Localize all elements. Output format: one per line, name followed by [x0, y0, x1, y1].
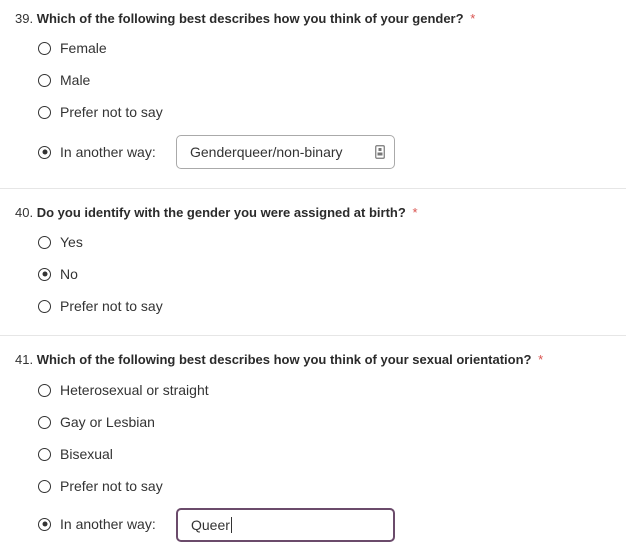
radio-button[interactable]: [38, 73, 51, 87]
input-value: Queer: [191, 517, 230, 533]
option-label: In another way:: [60, 144, 156, 160]
required-asterisk: *: [538, 352, 544, 367]
q40-option-yes[interactable]: Yes: [38, 233, 83, 251]
question-40-title: 40. Do you identify with the gender you …: [15, 205, 418, 221]
section-divider: [0, 188, 626, 189]
q41-option-bisexual[interactable]: Bisexual: [38, 445, 113, 463]
q41-another-way-input[interactable]: Queer: [176, 508, 395, 542]
radio-button-selected[interactable]: [38, 517, 51, 531]
radio-button[interactable]: [38, 41, 51, 55]
radio-button[interactable]: [38, 447, 51, 461]
radio-button-selected[interactable]: [38, 145, 51, 159]
radio-button[interactable]: [38, 235, 51, 249]
option-label: No: [60, 266, 78, 282]
q40-option-prefer-not-to-say[interactable]: Prefer not to say: [38, 297, 163, 315]
option-label: Prefer not to say: [60, 298, 163, 314]
question-number: 41.: [15, 352, 34, 367]
q41-option-heterosexual[interactable]: Heterosexual or straight: [38, 381, 209, 399]
section-divider: [0, 335, 626, 336]
input-value: Genderqueer/non-binary: [190, 144, 343, 160]
question-text: Do you identify with the gender you were…: [36, 205, 406, 220]
q39-option-prefer-not-to-say[interactable]: Prefer not to say: [38, 103, 163, 121]
radio-button[interactable]: [38, 383, 51, 397]
radio-button[interactable]: [38, 415, 51, 429]
option-label: Female: [60, 40, 107, 56]
required-asterisk: *: [470, 11, 476, 26]
q41-option-prefer-not-to-say[interactable]: Prefer not to say: [38, 477, 163, 495]
option-label: In another way:: [60, 516, 156, 532]
q41-option-another-way[interactable]: In another way:: [38, 515, 156, 533]
contact-card-icon[interactable]: [375, 145, 385, 159]
option-label: Male: [60, 72, 91, 88]
q39-option-female[interactable]: Female: [38, 39, 107, 57]
option-label: Yes: [60, 234, 83, 250]
option-label: Prefer not to say: [60, 478, 163, 494]
q40-option-no[interactable]: No: [38, 265, 78, 283]
option-label: Gay or Lesbian: [60, 414, 155, 430]
question-text: Which of the following best describes ho…: [36, 352, 532, 367]
radio-button[interactable]: [38, 105, 51, 119]
radio-button[interactable]: [38, 479, 51, 493]
q39-option-male[interactable]: Male: [38, 71, 90, 89]
question-41-title: 41. Which of the following best describe…: [15, 352, 543, 368]
option-label: Heterosexual or straight: [60, 382, 209, 398]
radio-button[interactable]: [38, 299, 51, 313]
option-label: Prefer not to say: [60, 104, 163, 120]
question-39-title: 39. Which of the following best describe…: [15, 11, 475, 27]
radio-button-selected[interactable]: [38, 267, 51, 281]
option-label: Bisexual: [60, 446, 113, 462]
q39-another-way-input[interactable]: Genderqueer/non-binary: [176, 135, 395, 169]
q39-option-another-way[interactable]: In another way:: [38, 143, 156, 161]
question-number: 39.: [15, 11, 34, 26]
question-number: 40.: [15, 205, 34, 220]
q41-option-gay-or-lesbian[interactable]: Gay or Lesbian: [38, 413, 155, 431]
required-asterisk: *: [412, 205, 418, 220]
question-text: Which of the following best describes ho…: [36, 11, 464, 26]
text-cursor: [230, 517, 232, 533]
